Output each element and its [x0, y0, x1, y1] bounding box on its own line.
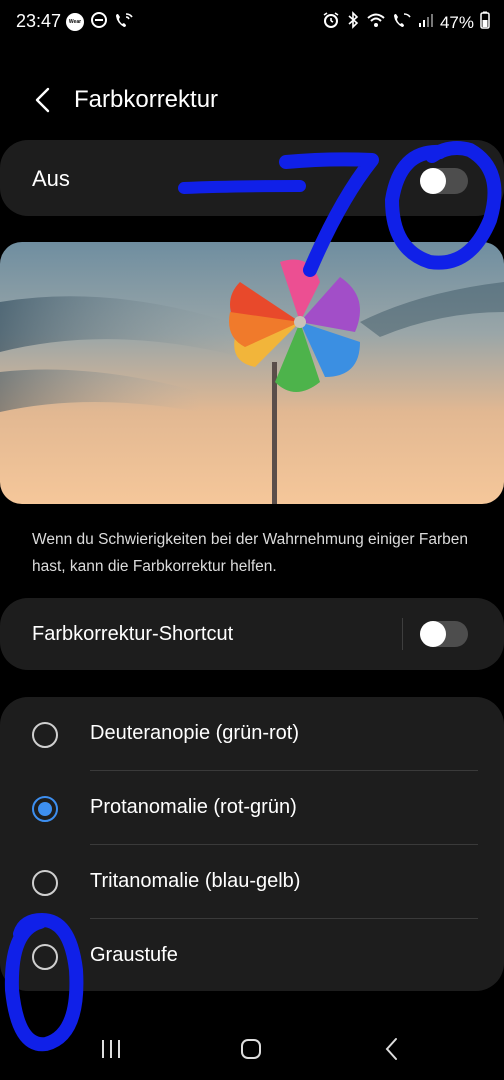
app-header: Farbkorrektur — [0, 76, 504, 124]
switch-knob — [420, 168, 446, 194]
status-time: 23:47 — [16, 11, 62, 31]
radio-button[interactable] — [32, 722, 58, 748]
option-label: Tritanomalie (blau-gelb) — [90, 870, 301, 892]
wifi-call-icon — [114, 11, 134, 34]
bluetooth-icon — [346, 11, 360, 34]
home-button[interactable] — [236, 1034, 266, 1064]
back-icon — [385, 1038, 397, 1060]
main-toggle-card[interactable]: Aus — [0, 140, 504, 216]
description-text: Wenn du Schwierigkeiten bei der Wahrnehm… — [32, 531, 468, 575]
shortcut-toggle-switch[interactable] — [420, 621, 468, 647]
home-icon — [241, 1039, 261, 1059]
option-label: Deuteranopie (grün-rot) — [90, 722, 299, 744]
status-left-icons: Wear — [66, 11, 134, 34]
radio-button[interactable] — [32, 944, 58, 970]
navigation-bar — [0, 1020, 504, 1076]
shortcut-card[interactable]: Farbkorrektur-Shortcut — [0, 598, 504, 670]
switch-knob — [420, 621, 446, 647]
recent-apps-icon — [102, 1040, 120, 1058]
radio-button-selected[interactable] — [32, 796, 58, 822]
status-right: 47% — [322, 11, 490, 34]
wear-icon: Wear — [66, 13, 84, 31]
main-toggle-switch[interactable] — [420, 168, 468, 194]
radio-button[interactable] — [32, 870, 58, 896]
preview-image — [0, 242, 504, 504]
status-bar: 23:47 Wear 47% — [0, 0, 504, 44]
chevron-left-icon — [35, 87, 50, 113]
alarm-icon — [322, 11, 340, 34]
dnd-icon — [90, 11, 108, 34]
option-label: Protanomalie (rot-grün) — [90, 796, 297, 818]
page-title: Farbkorrektur — [74, 86, 219, 113]
option-label: Graustufe — [90, 944, 178, 966]
divider — [402, 618, 403, 650]
option-protanomalie[interactable]: Protanomalie (rot-grün) — [0, 771, 504, 845]
shortcut-label: Farbkorrektur-Shortcut — [32, 623, 234, 645]
battery-icon — [480, 11, 490, 34]
signal-icon — [418, 12, 434, 33]
option-tritanomalie[interactable]: Tritanomalie (blau-gelb) — [0, 845, 504, 919]
wifi-call-icon — [392, 11, 412, 34]
option-deuteranopie[interactable]: Deuteranopie (grün-rot) — [0, 697, 504, 771]
back-button[interactable] — [26, 82, 58, 118]
main-toggle-label: Aus — [32, 166, 70, 191]
option-graustufe[interactable]: Graustufe — [0, 919, 504, 993]
back-nav-button[interactable] — [377, 1034, 407, 1064]
battery-level: 47% — [439, 12, 474, 32]
recent-apps-button[interactable] — [96, 1034, 126, 1064]
correction-mode-options: Deuteranopie (grün-rot) Protanomalie (ro… — [0, 697, 504, 991]
wifi-icon — [366, 11, 386, 34]
